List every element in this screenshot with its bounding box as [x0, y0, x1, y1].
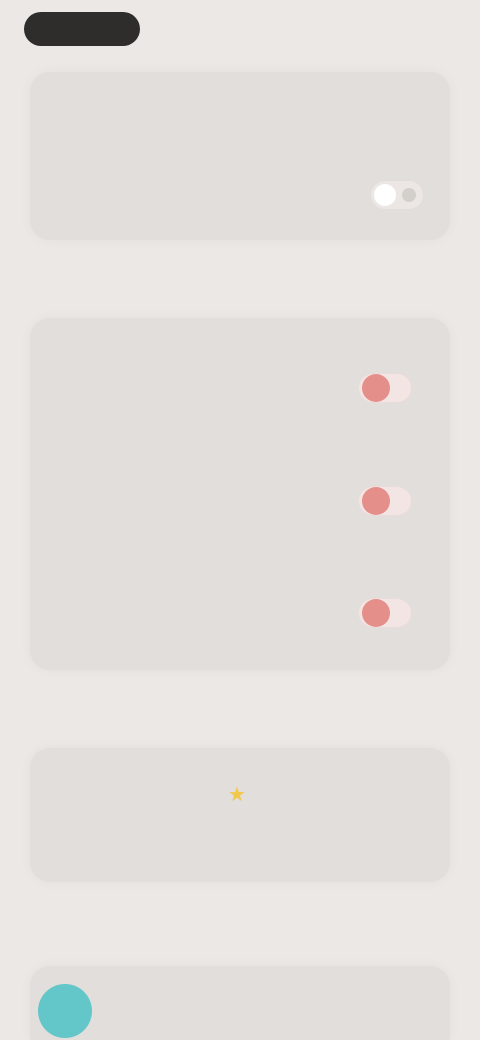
general-toggle[interactable]	[370, 180, 424, 210]
toggle-knob	[362, 599, 390, 627]
notification-toggle-1[interactable]	[358, 373, 412, 403]
notification-toggle-3[interactable]	[358, 598, 412, 628]
notification-toggle-2[interactable]	[358, 486, 412, 516]
bottom-card	[30, 966, 450, 1040]
toggle-knob	[362, 374, 390, 402]
toggle-knob	[362, 487, 390, 515]
star-icon: ★	[228, 784, 246, 806]
general-card	[30, 72, 450, 240]
avatar[interactable]	[38, 984, 92, 1038]
notifications-card	[30, 318, 450, 670]
feedback-card: ★	[30, 748, 450, 882]
toggle-knob	[374, 184, 396, 206]
top-pill-button[interactable]	[24, 12, 140, 46]
toggle-dot	[402, 188, 416, 202]
